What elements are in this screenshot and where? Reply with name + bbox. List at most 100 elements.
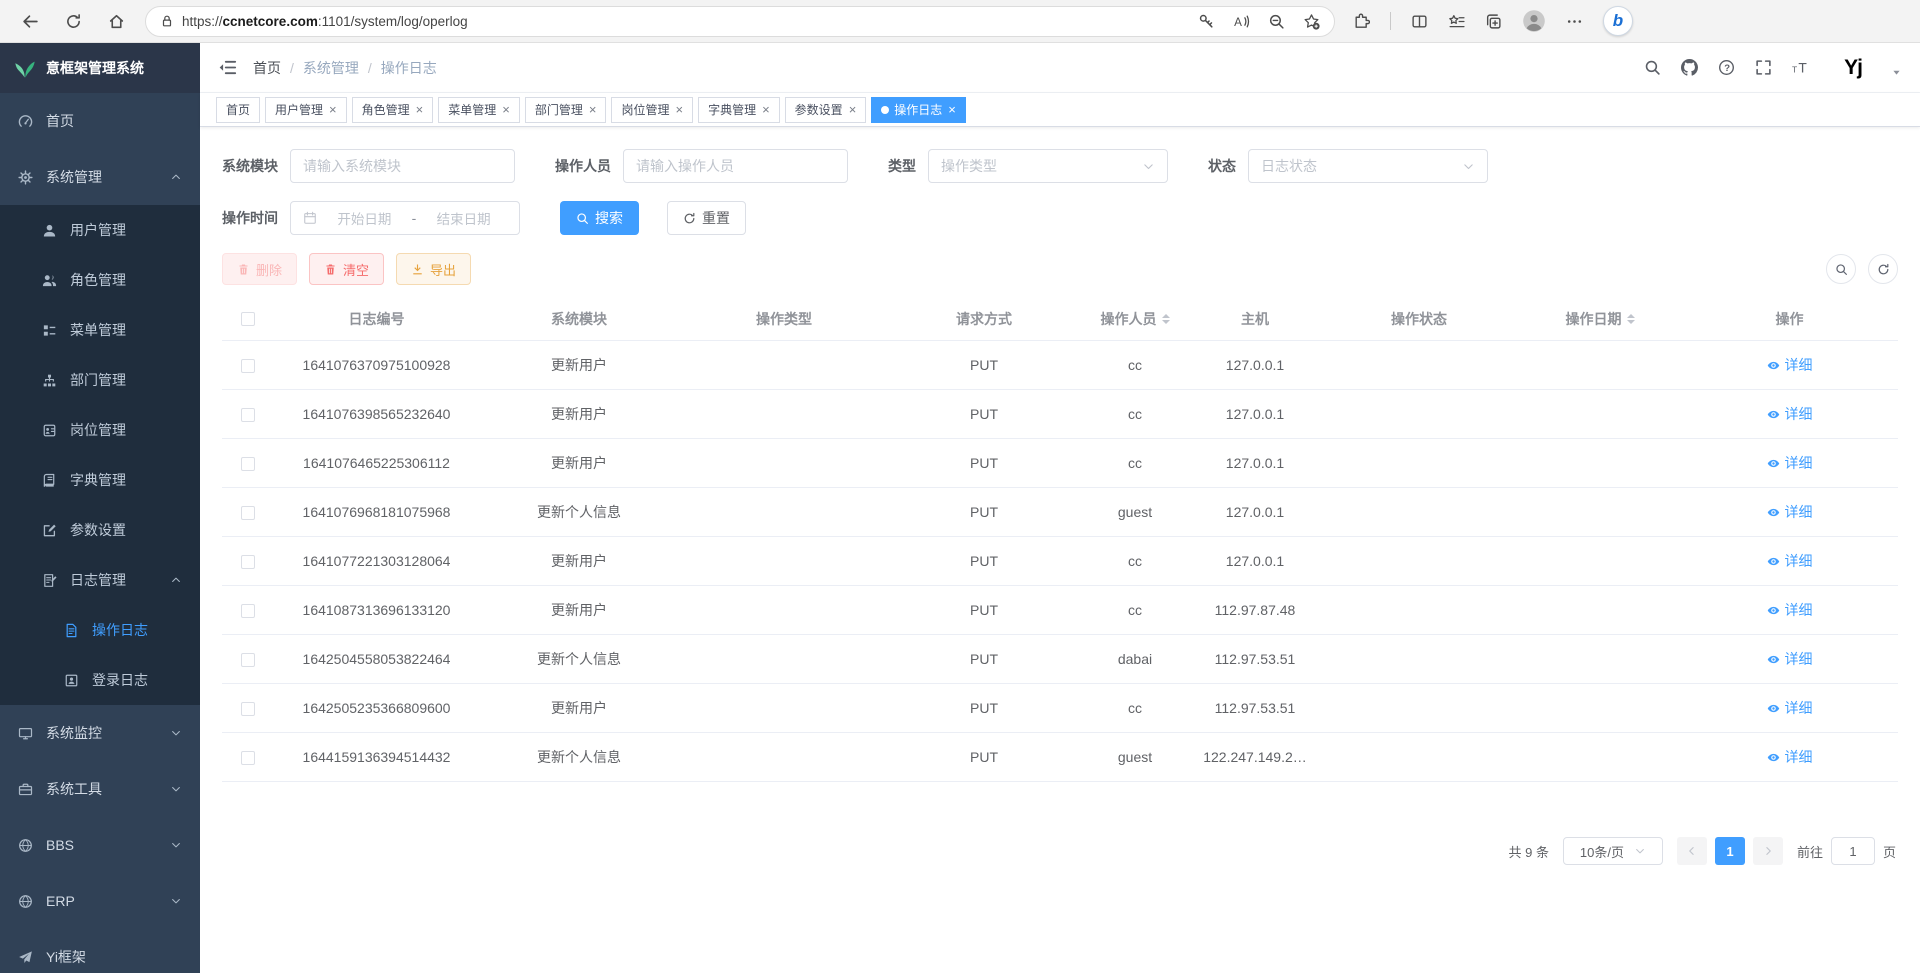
row-checkbox[interactable] <box>241 751 255 765</box>
sidebar-item-role-mgmt[interactable]: 角色管理 <box>0 255 200 305</box>
tab-close-icon[interactable]: × <box>502 102 510 117</box>
sidebar-item-yi-framework[interactable]: Yi框架 <box>0 929 200 973</box>
bing-chat-icon[interactable]: b <box>1603 6 1633 36</box>
sidebar-item-erp[interactable]: ERP <box>0 873 200 929</box>
export-button[interactable]: 导出 <box>396 253 471 285</box>
collections-icon[interactable] <box>1485 13 1502 30</box>
sidebar-item-operation-log[interactable]: 操作日志 <box>0 605 200 655</box>
page-size-select[interactable]: 10条/页 <box>1563 837 1663 865</box>
column-header[interactable]: 操作日期 <box>1519 309 1681 329</box>
tab-close-icon[interactable]: × <box>589 102 597 117</box>
detail-link[interactable]: 详细 <box>1767 355 1813 375</box>
browser-profile-avatar[interactable] <box>1522 9 1546 33</box>
clear-button[interactable]: 清空 <box>309 253 384 285</box>
breadcrumb-item[interactable]: 系统管理 <box>303 58 359 78</box>
detail-link[interactable]: 详细 <box>1767 747 1813 767</box>
tab-post-mgmt[interactable]: 岗位管理× <box>611 97 693 123</box>
toggle-search-button[interactable] <box>1826 254 1856 284</box>
detail-link[interactable]: 详细 <box>1767 600 1813 620</box>
row-checkbox[interactable] <box>241 457 255 471</box>
tab-home[interactable]: 首页 <box>216 97 260 123</box>
row-checkbox[interactable] <box>241 555 255 569</box>
date-range-picker[interactable]: 开始日期 - 结束日期 <box>290 201 520 235</box>
sidebar-item-menu-mgmt[interactable]: 菜单管理 <box>0 305 200 355</box>
prev-page-button[interactable] <box>1677 837 1707 865</box>
home-icon[interactable] <box>108 13 125 30</box>
tab-param-settings[interactable]: 参数设置× <box>785 97 867 123</box>
tab-close-icon[interactable]: × <box>849 102 857 117</box>
sidebar-item-user-mgmt[interactable]: 用户管理 <box>0 205 200 255</box>
breadcrumb-item[interactable]: 首页 <box>253 58 281 78</box>
row-checkbox[interactable] <box>241 506 255 520</box>
tab-operation-log[interactable]: 操作日志× <box>871 97 966 123</box>
tab-close-icon[interactable]: × <box>675 102 683 117</box>
tab-dict-mgmt[interactable]: 字典管理× <box>698 97 780 123</box>
row-checkbox[interactable] <box>241 653 255 667</box>
reset-button[interactable]: 重置 <box>667 201 746 235</box>
tab-role-mgmt[interactable]: 角色管理× <box>352 97 434 123</box>
row-checkbox[interactable] <box>241 702 255 716</box>
help-icon[interactable]: ? <box>1718 59 1735 76</box>
tab-dept-mgmt[interactable]: 部门管理× <box>525 97 607 123</box>
zoom-out-icon[interactable] <box>1268 13 1285 30</box>
font-size-icon[interactable]: TT <box>1792 59 1809 76</box>
type-select[interactable]: 操作类型 <box>928 149 1168 183</box>
extensions-icon[interactable] <box>1353 13 1370 30</box>
sidebar-item-login-log[interactable]: 登录日志 <box>0 655 200 705</box>
github-icon[interactable] <box>1681 59 1698 76</box>
detail-link[interactable]: 详细 <box>1767 649 1813 669</box>
more-options-icon[interactable] <box>1566 13 1583 30</box>
detail-link[interactable]: 详细 <box>1767 502 1813 522</box>
sidebar-item-dict-mgmt[interactable]: 字典管理 <box>0 455 200 505</box>
delete-button[interactable]: 删除 <box>222 253 297 285</box>
detail-link[interactable]: 详细 <box>1767 453 1813 473</box>
sidebar-item-post-mgmt[interactable]: 岗位管理 <box>0 405 200 455</box>
lock-icon[interactable] <box>160 14 174 28</box>
column-header[interactable]: 操作人员 <box>1079 309 1191 329</box>
current-page-button[interactable]: 1 <box>1715 837 1745 865</box>
read-aloud-icon[interactable]: A <box>1233 13 1250 30</box>
sidebar-item-system-tools[interactable]: 系统工具 <box>0 761 200 817</box>
sidebar-item-dept-mgmt[interactable]: 部门管理 <box>0 355 200 405</box>
sidebar-item-bbs[interactable]: BBS <box>0 817 200 873</box>
refresh-icon[interactable] <box>65 13 82 30</box>
tab-close-icon[interactable]: × <box>762 102 770 117</box>
tab-user-mgmt[interactable]: 用户管理× <box>265 97 347 123</box>
tab-close-icon[interactable]: × <box>329 102 337 117</box>
user-avatar[interactable]: Yj <box>1835 50 1871 86</box>
avatar-caret-icon[interactable] <box>1891 67 1902 78</box>
goto-page-input[interactable] <box>1831 837 1875 865</box>
module-input[interactable] <box>290 149 515 183</box>
search-icon[interactable] <box>1644 59 1661 76</box>
add-favorite-icon[interactable] <box>1303 13 1320 30</box>
operator-input[interactable] <box>623 149 848 183</box>
next-page-button[interactable] <box>1753 837 1783 865</box>
sort-carets-icon[interactable] <box>1627 310 1635 328</box>
address-bar[interactable]: https://ccnetcore.com:1101/system/log/op… <box>145 6 1335 37</box>
favorites-icon[interactable] <box>1448 13 1465 30</box>
sidebar-item-log-mgmt[interactable]: 日志管理 <box>0 555 200 605</box>
tab-menu-mgmt[interactable]: 菜单管理× <box>438 97 520 123</box>
refresh-table-button[interactable] <box>1868 254 1898 284</box>
row-checkbox[interactable] <box>241 359 255 373</box>
sidebar-toggle-icon[interactable] <box>218 58 237 77</box>
row-checkbox[interactable] <box>241 408 255 422</box>
sidebar-item-system-monitor[interactable]: 系统监控 <box>0 705 200 761</box>
detail-link[interactable]: 详细 <box>1767 551 1813 571</box>
sidebar-item-home[interactable]: 首页 <box>0 93 200 149</box>
split-screen-icon[interactable] <box>1411 13 1428 30</box>
password-key-icon[interactable] <box>1198 13 1215 30</box>
tab-close-icon[interactable]: × <box>416 102 424 117</box>
detail-link[interactable]: 详细 <box>1767 698 1813 718</box>
search-button[interactable]: 搜索 <box>560 201 639 235</box>
status-select[interactable]: 日志状态 <box>1248 149 1488 183</box>
back-icon[interactable] <box>22 13 39 30</box>
sort-carets-icon[interactable] <box>1162 310 1170 328</box>
sidebar-item-system-mgmt[interactable]: 系统管理 <box>0 149 200 205</box>
tab-close-icon[interactable]: × <box>948 102 956 117</box>
row-checkbox[interactable] <box>241 604 255 618</box>
fullscreen-icon[interactable] <box>1755 59 1772 76</box>
sidebar-item-param-settings[interactable]: 参数设置 <box>0 505 200 555</box>
detail-link[interactable]: 详细 <box>1767 404 1813 424</box>
select-all-checkbox[interactable] <box>241 312 255 326</box>
